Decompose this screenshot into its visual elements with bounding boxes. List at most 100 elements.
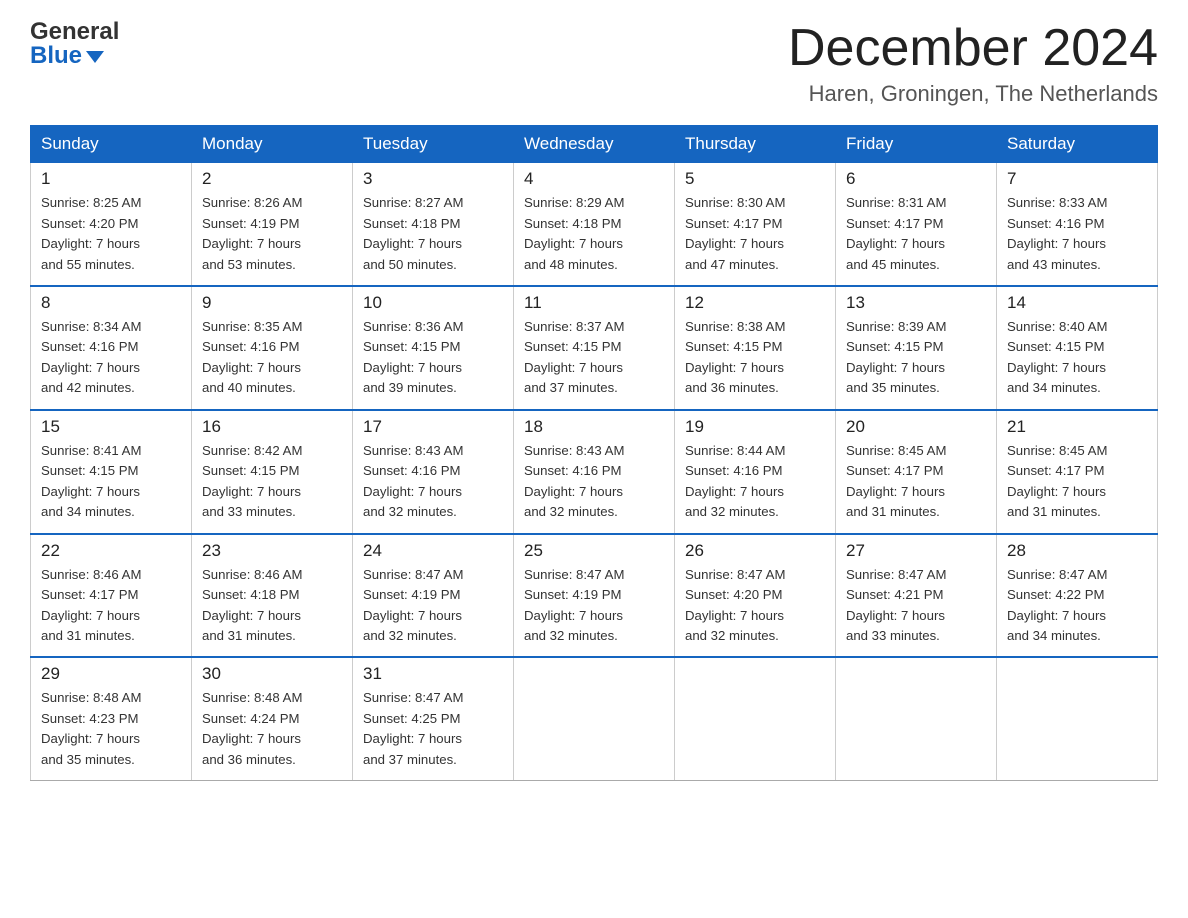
calendar-cell: 15 Sunrise: 8:41 AMSunset: 4:15 PMDayligh…	[31, 410, 192, 534]
calendar-cell	[836, 657, 997, 780]
day-info: Sunrise: 8:47 AMSunset: 4:19 PMDaylight:…	[524, 565, 664, 647]
calendar-day-header: Wednesday	[514, 126, 675, 163]
day-number: 24	[363, 541, 503, 561]
calendar-cell: 30 Sunrise: 8:48 AMSunset: 4:24 PMDayligh…	[192, 657, 353, 780]
day-number: 15	[41, 417, 181, 437]
calendar-cell: 1Sunrise: 8:25 AMSunset: 4:20 PMDaylight…	[31, 163, 192, 286]
day-number: 6	[846, 169, 986, 189]
day-info: Sunrise: 8:47 AMSunset: 4:20 PMDaylight:…	[685, 565, 825, 647]
day-number: 29	[41, 664, 181, 684]
day-info: Sunrise: 8:36 AMSunset: 4:15 PMDaylight:…	[363, 317, 503, 399]
day-number: 19	[685, 417, 825, 437]
calendar-day-header: Tuesday	[353, 126, 514, 163]
day-number: 20	[846, 417, 986, 437]
calendar-cell: 22Sunrise: 8:46 AMSunset: 4:17 PMDayligh…	[31, 534, 192, 658]
calendar-day-header: Saturday	[997, 126, 1158, 163]
page-header: General Blue December 2024 Haren, Gronin…	[30, 20, 1158, 107]
calendar-cell: 16Sunrise: 8:42 AMSunset: 4:15 PMDayligh…	[192, 410, 353, 534]
day-number: 13	[846, 293, 986, 313]
calendar-cell: 23 Sunrise: 8:46 AMSunset: 4:18 PMDayligh…	[192, 534, 353, 658]
calendar-cell: 31 Sunrise: 8:47 AMSunset: 4:25 PMDayligh…	[353, 657, 514, 780]
day-info: Sunrise: 8:45 AMSunset: 4:17 PMDaylight:…	[1007, 441, 1147, 523]
day-number: 18	[524, 417, 664, 437]
day-number: 26	[685, 541, 825, 561]
day-info: Sunrise: 8:25 AMSunset: 4:20 PMDaylight:…	[41, 193, 181, 275]
day-number: 8	[41, 293, 181, 313]
day-info: Sunrise: 8:37 AMSunset: 4:15 PMDaylight:…	[524, 317, 664, 399]
day-info: Sunrise: 8:48 AMSunset: 4:24 PMDaylight:…	[202, 688, 342, 770]
day-info: Sunrise: 8:27 AMSunset: 4:18 PMDaylight:…	[363, 193, 503, 275]
calendar-cell: 2Sunrise: 8:26 AMSunset: 4:19 PMDaylight…	[192, 163, 353, 286]
calendar-day-header: Friday	[836, 126, 997, 163]
day-number: 2	[202, 169, 342, 189]
calendar-cell	[997, 657, 1158, 780]
day-number: 3	[363, 169, 503, 189]
calendar-cell: 3 Sunrise: 8:27 AMSunset: 4:18 PMDaylight…	[353, 163, 514, 286]
calendar-day-header: Thursday	[675, 126, 836, 163]
day-info: Sunrise: 8:29 AMSunset: 4:18 PMDaylight:…	[524, 193, 664, 275]
day-info: Sunrise: 8:43 AMSunset: 4:16 PMDaylight:…	[363, 441, 503, 523]
day-number: 16	[202, 417, 342, 437]
calendar-cell: 17 Sunrise: 8:43 AMSunset: 4:16 PMDayligh…	[353, 410, 514, 534]
calendar-week-row: 15 Sunrise: 8:41 AMSunset: 4:15 PMDayligh…	[31, 410, 1158, 534]
day-info: Sunrise: 8:35 AMSunset: 4:16 PMDaylight:…	[202, 317, 342, 399]
calendar-cell: 28Sunrise: 8:47 AMSunset: 4:22 PMDayligh…	[997, 534, 1158, 658]
title-area: December 2024 Haren, Groningen, The Neth…	[788, 20, 1158, 107]
day-number: 14	[1007, 293, 1147, 313]
day-number: 9	[202, 293, 342, 313]
calendar-cell: 25Sunrise: 8:47 AMSunset: 4:19 PMDayligh…	[514, 534, 675, 658]
calendar-cell: 19 Sunrise: 8:44 AMSunset: 4:16 PMDayligh…	[675, 410, 836, 534]
day-info: Sunrise: 8:41 AMSunset: 4:15 PMDaylight:…	[41, 441, 181, 523]
calendar-cell: 14 Sunrise: 8:40 AMSunset: 4:15 PMDayligh…	[997, 286, 1158, 410]
calendar-header-row: SundayMondayTuesdayWednesdayThursdayFrid…	[31, 126, 1158, 163]
calendar-cell: 7Sunrise: 8:33 AMSunset: 4:16 PMDaylight…	[997, 163, 1158, 286]
calendar-day-header: Sunday	[31, 126, 192, 163]
day-info: Sunrise: 8:30 AMSunset: 4:17 PMDaylight:…	[685, 193, 825, 275]
calendar-cell: 18 Sunrise: 8:43 AMSunset: 4:16 PMDayligh…	[514, 410, 675, 534]
day-info: Sunrise: 8:46 AMSunset: 4:17 PMDaylight:…	[41, 565, 181, 647]
calendar-week-row: 8Sunrise: 8:34 AMSunset: 4:16 PMDaylight…	[31, 286, 1158, 410]
day-number: 23	[202, 541, 342, 561]
day-number: 21	[1007, 417, 1147, 437]
day-info: Sunrise: 8:47 AMSunset: 4:22 PMDaylight:…	[1007, 565, 1147, 647]
day-number: 27	[846, 541, 986, 561]
calendar-cell: 4 Sunrise: 8:29 AMSunset: 4:18 PMDaylight…	[514, 163, 675, 286]
calendar-cell	[514, 657, 675, 780]
day-info: Sunrise: 8:48 AMSunset: 4:23 PMDaylight:…	[41, 688, 181, 770]
day-info: Sunrise: 8:45 AMSunset: 4:17 PMDaylight:…	[846, 441, 986, 523]
calendar-cell: 29 Sunrise: 8:48 AMSunset: 4:23 PMDayligh…	[31, 657, 192, 780]
calendar-cell: 6 Sunrise: 8:31 AMSunset: 4:17 PMDaylight…	[836, 163, 997, 286]
day-info: Sunrise: 8:31 AMSunset: 4:17 PMDaylight:…	[846, 193, 986, 275]
calendar-cell: 27 Sunrise: 8:47 AMSunset: 4:21 PMDayligh…	[836, 534, 997, 658]
calendar-cell: 12 Sunrise: 8:38 AMSunset: 4:15 PMDayligh…	[675, 286, 836, 410]
day-info: Sunrise: 8:44 AMSunset: 4:16 PMDaylight:…	[685, 441, 825, 523]
calendar-cell: 20 Sunrise: 8:45 AMSunset: 4:17 PMDayligh…	[836, 410, 997, 534]
day-info: Sunrise: 8:47 AMSunset: 4:21 PMDaylight:…	[846, 565, 986, 647]
day-number: 12	[685, 293, 825, 313]
day-number: 17	[363, 417, 503, 437]
subtitle: Haren, Groningen, The Netherlands	[788, 81, 1158, 107]
calendar-day-header: Monday	[192, 126, 353, 163]
day-number: 30	[202, 664, 342, 684]
day-info: Sunrise: 8:47 AMSunset: 4:25 PMDaylight:…	[363, 688, 503, 770]
logo-blue-text: Blue	[30, 44, 82, 68]
day-number: 31	[363, 664, 503, 684]
calendar-cell: 24Sunrise: 8:47 AMSunset: 4:19 PMDayligh…	[353, 534, 514, 658]
day-number: 7	[1007, 169, 1147, 189]
logo: General Blue	[30, 20, 119, 68]
calendar-week-row: 1Sunrise: 8:25 AMSunset: 4:20 PMDaylight…	[31, 163, 1158, 286]
day-info: Sunrise: 8:46 AMSunset: 4:18 PMDaylight:…	[202, 565, 342, 647]
calendar-cell: 11Sunrise: 8:37 AMSunset: 4:15 PMDayligh…	[514, 286, 675, 410]
day-info: Sunrise: 8:40 AMSunset: 4:15 PMDaylight:…	[1007, 317, 1147, 399]
calendar-table: SundayMondayTuesdayWednesdayThursdayFrid…	[30, 125, 1158, 781]
main-title: December 2024	[788, 20, 1158, 77]
day-number: 4	[524, 169, 664, 189]
calendar-week-row: 22Sunrise: 8:46 AMSunset: 4:17 PMDayligh…	[31, 534, 1158, 658]
calendar-cell: 9 Sunrise: 8:35 AMSunset: 4:16 PMDaylight…	[192, 286, 353, 410]
day-number: 10	[363, 293, 503, 313]
logo-general-text: General	[30, 20, 119, 44]
calendar-cell: 26 Sunrise: 8:47 AMSunset: 4:20 PMDayligh…	[675, 534, 836, 658]
day-info: Sunrise: 8:38 AMSunset: 4:15 PMDaylight:…	[685, 317, 825, 399]
day-info: Sunrise: 8:39 AMSunset: 4:15 PMDaylight:…	[846, 317, 986, 399]
day-info: Sunrise: 8:43 AMSunset: 4:16 PMDaylight:…	[524, 441, 664, 523]
